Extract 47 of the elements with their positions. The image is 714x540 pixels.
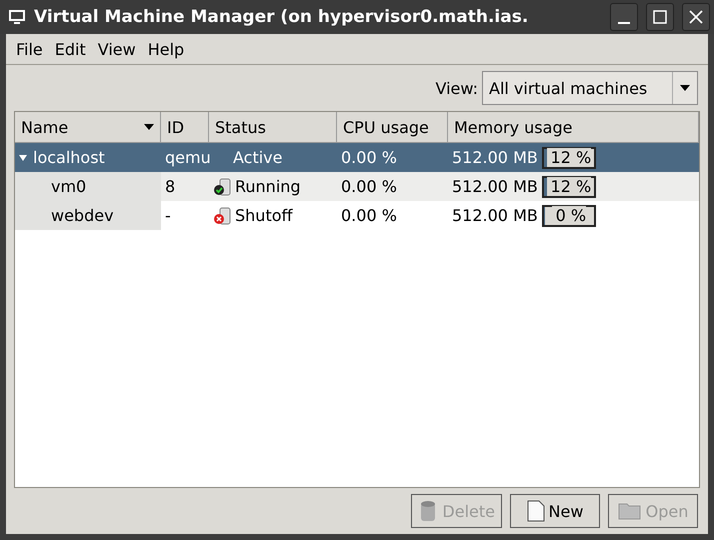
cpu-cell-text: 0.00 % <box>340 176 398 198</box>
tree-row[interactable]: vm0 8 Running 0.00 % 512.00 MB 12 % <box>15 172 699 201</box>
cpu-cell-text: 0.00 % <box>340 205 398 227</box>
minimize-button[interactable] <box>610 3 638 31</box>
machine-name: vm0 <box>51 177 86 196</box>
column-header[interactable]: Name <box>15 112 161 143</box>
memory-text: 512.00 MB <box>452 177 538 196</box>
server-error-icon <box>213 206 233 226</box>
view-label: View: <box>436 78 478 98</box>
menu-item[interactable]: View <box>92 36 142 62</box>
machine-name: localhost <box>33 148 105 167</box>
expanded-arrow-icon[interactable] <box>19 154 27 160</box>
document-icon <box>526 500 545 522</box>
tree-row[interactable]: localhost qemu Active 0.00 % 512.00 MB 12 % <box>15 143 699 172</box>
menu-item[interactable]: File <box>10 36 49 62</box>
dropdown-arrow-icon <box>680 85 690 91</box>
view-dropdown[interactable]: All virtual machines <box>482 71 698 105</box>
server-ok-icon <box>213 176 233 196</box>
column-header[interactable]: CPU usage <box>337 112 448 143</box>
window-title: Virtual Machine Manager (on hypervisor0.math.ias. <box>34 7 530 27</box>
cpu-cell-text: 0.00 % <box>340 147 398 169</box>
memory-meter: 12 % <box>542 176 596 198</box>
sort-arrow-icon <box>144 124 154 130</box>
folder-icon <box>618 502 642 520</box>
monitor-icon <box>8 9 26 25</box>
close-icon <box>689 10 703 24</box>
maximize-icon <box>653 10 667 24</box>
close-button[interactable] <box>682 3 710 31</box>
memory-text: 512.00 MB <box>452 148 538 167</box>
status-text: Running <box>235 177 301 196</box>
status-text: Shutoff <box>235 206 293 225</box>
menu-item[interactable]: Edit <box>48 36 92 62</box>
memory-text: 512.00 MB <box>452 206 538 225</box>
status-text: Active <box>232 148 282 167</box>
menu-item[interactable]: Help <box>142 36 190 62</box>
id-cell-text: - <box>164 205 172 227</box>
id-cell-text: 8 <box>164 176 176 198</box>
new-button[interactable]: New <box>510 494 600 528</box>
memory-meter: 0 % <box>542 204 596 226</box>
column-header[interactable]: Status <box>209 112 337 143</box>
memory-meter: 12 % <box>542 146 596 168</box>
id-cell-text: qemu <box>164 147 209 169</box>
minimize-icon <box>617 22 631 24</box>
maximize-button[interactable] <box>646 3 674 31</box>
machine-name: webdev <box>51 206 114 225</box>
column-header[interactable]: Memory usage <box>448 112 699 143</box>
column-header[interactable]: ID <box>161 112 209 143</box>
